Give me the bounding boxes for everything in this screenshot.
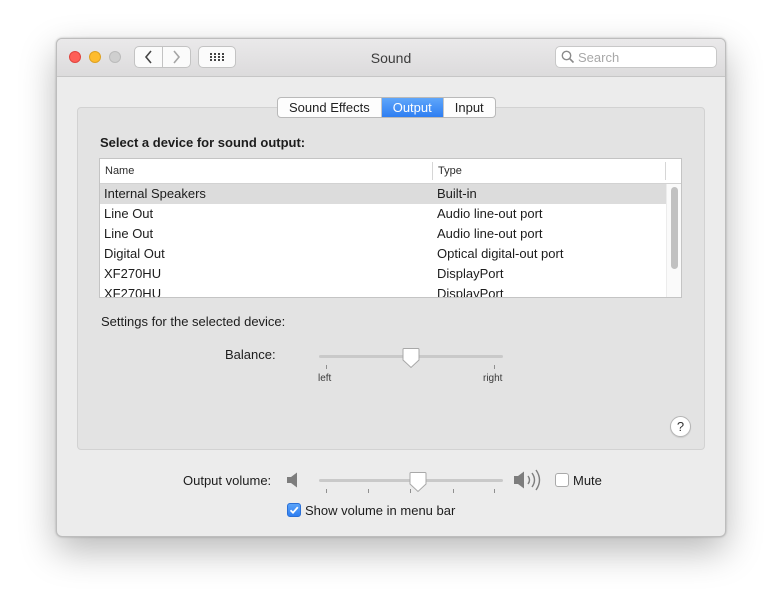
tab-output[interactable]: Output	[381, 98, 444, 117]
table-row[interactable]: Internal Speakers Built-in	[100, 184, 666, 204]
table-header: Name Type	[100, 159, 681, 184]
title-bar: Sound	[57, 39, 725, 77]
balance-label: Balance:	[225, 347, 276, 362]
output-device-table[interactable]: Name Type Internal Speakers Built-in Lin…	[99, 158, 682, 298]
show-volume-in-menu-bar-checkbox[interactable]	[287, 503, 301, 517]
search-input[interactable]	[578, 49, 710, 65]
table-scrollbar[interactable]	[666, 184, 681, 297]
balance-tick	[326, 365, 327, 369]
tab-sound-effects[interactable]: Sound Effects	[278, 98, 382, 117]
device-type: DisplayPort	[437, 286, 504, 298]
device-name: XF270HU	[104, 286, 162, 298]
show-volume-in-menu-bar-label: Show volume in menu bar	[305, 503, 456, 518]
volume-tick	[494, 489, 495, 493]
volume-tick	[453, 489, 454, 493]
output-volume-label: Output volume:	[183, 473, 272, 488]
column-divider	[665, 162, 666, 180]
device-section-label: Select a device for sound output:	[100, 135, 306, 150]
volume-tick	[368, 489, 369, 493]
column-header-type[interactable]: Type	[438, 165, 462, 177]
balance-tick	[494, 365, 495, 369]
table-body: Internal Speakers Built-in Line Out Audi…	[100, 184, 666, 298]
device-name: Internal Speakers	[104, 186, 206, 201]
balance-right-label: right	[483, 373, 503, 384]
column-header-name[interactable]: Name	[105, 165, 134, 177]
help-button[interactable]: ?	[670, 416, 691, 437]
device-type: DisplayPort	[437, 266, 504, 281]
mute-checkbox[interactable]	[555, 473, 569, 487]
volume-slider-thumb[interactable]	[409, 471, 427, 493]
device-type: Built-in	[437, 186, 477, 201]
device-name: Digital Out	[104, 246, 165, 261]
device-name: Line Out	[104, 226, 154, 241]
balance-left-label: left	[318, 373, 332, 384]
checkmark-icon	[289, 506, 299, 515]
scrollbar-thumb[interactable]	[671, 187, 678, 269]
speaker-high-icon	[514, 469, 541, 491]
mute-label: Mute	[573, 473, 602, 488]
balance-slider-thumb[interactable]	[402, 347, 420, 369]
speaker-low-icon	[287, 472, 297, 488]
device-type: Optical digital-out port	[437, 246, 564, 261]
table-row[interactable]: Line Out Audio line-out port	[100, 204, 666, 224]
volume-tick	[326, 489, 327, 493]
settings-label: Settings for the selected device:	[101, 314, 286, 329]
device-type: Audio line-out port	[437, 206, 543, 221]
device-type: Audio line-out port	[437, 226, 543, 241]
table-row[interactable]: Digital Out Optical digital-out port	[100, 244, 666, 264]
tab-bar: Sound Effects Output Input	[277, 97, 496, 118]
table-row[interactable]: XF270HU DisplayPort	[100, 284, 666, 298]
device-name: Line Out	[104, 206, 154, 221]
table-row[interactable]: XF270HU DisplayPort	[100, 264, 666, 284]
device-name: XF270HU	[104, 266, 162, 281]
search-field[interactable]	[555, 46, 717, 68]
table-row[interactable]: Line Out Audio line-out port	[100, 224, 666, 244]
search-icon	[561, 50, 575, 64]
sound-preferences-window: Sound Sound Effects Output Input Select …	[56, 38, 726, 537]
column-divider[interactable]	[432, 162, 433, 180]
tab-input[interactable]: Input	[444, 98, 495, 117]
